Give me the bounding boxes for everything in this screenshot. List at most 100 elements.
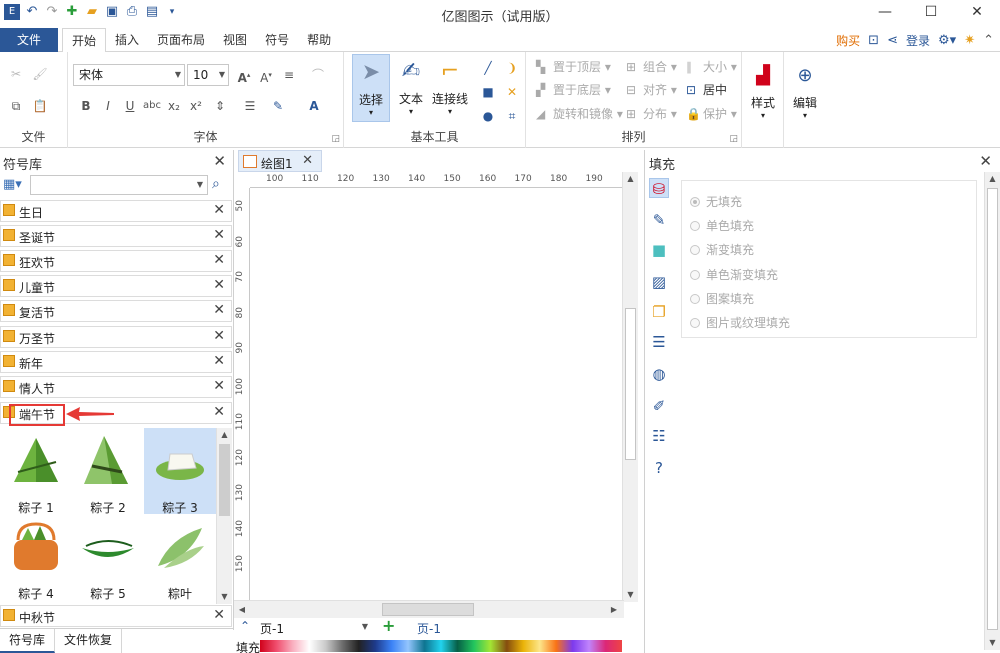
scroll-thumb[interactable] [382, 603, 474, 616]
font-name-select[interactable]: 宋体 ▼ [73, 64, 185, 86]
scroll-down-icon[interactable]: ▼ [217, 590, 232, 604]
select-tool-button[interactable]: ➤ 选择 ▾ [352, 54, 390, 122]
data-sheet-icon[interactable]: ☰ [649, 332, 669, 352]
point-tool-icon[interactable]: ✕ [502, 82, 522, 102]
shape-item[interactable]: 粽子 1 [0, 428, 72, 515]
scroll-down-icon[interactable]: ▼ [623, 588, 638, 602]
login-link[interactable]: 登录 [906, 32, 930, 49]
paragraph-spacing-icon[interactable]: ⇕ [210, 96, 230, 116]
ellipse-shape-icon[interactable]: ● [478, 106, 498, 126]
shape-item[interactable]: 粽子 5 [72, 514, 144, 601]
scroll-left-icon[interactable]: ◀ [236, 603, 248, 617]
italic-icon[interactable]: I [98, 96, 118, 116]
library-grid-icon[interactable]: ▦▾ [3, 177, 22, 192]
tab-help[interactable]: 帮助 [298, 28, 340, 52]
cut-icon[interactable]: ✂ [6, 64, 26, 84]
page-select[interactable]: 页-1 ▼ [260, 620, 370, 636]
line-shape-icon[interactable]: ╱ [478, 58, 498, 78]
center-button[interactable]: ⊡ 居中 [686, 80, 727, 100]
canvas-horizontal-scrollbar[interactable]: ◀ ▶ [234, 600, 624, 618]
color-swatches[interactable] [260, 640, 622, 652]
font-size-select[interactable]: 10 ▼ [187, 64, 229, 86]
strikethrough-icon[interactable]: abc [142, 96, 162, 116]
help-icon[interactable]: ? [649, 458, 669, 478]
category-easter[interactable]: 复活节 ✕ [0, 300, 232, 322]
tab-page-layout[interactable]: 页面布局 [148, 28, 214, 52]
share-icon[interactable]: ⋖ [887, 33, 898, 48]
close-icon[interactable]: ✕ [213, 227, 225, 243]
tab-symbol-library[interactable]: 符号库 [0, 629, 56, 653]
close-icon[interactable]: ✕ [213, 607, 225, 623]
rectangle-shape-icon[interactable]: ■ [478, 82, 498, 102]
text-path-icon[interactable]: ⌒ [308, 65, 328, 85]
category-new-year[interactable]: 新年 ✕ [0, 351, 232, 373]
current-page-tab[interactable]: 页-1 [417, 620, 441, 637]
tab-home[interactable]: 开始 [62, 28, 107, 53]
shape-item[interactable]: 粽子 2 [72, 428, 144, 515]
shape-item[interactable]: 粽叶 [144, 514, 216, 601]
curve-shape-icon[interactable]: ❩ [502, 58, 522, 78]
bullets-icon[interactable]: ☰ [240, 96, 260, 116]
option-single-gradient-fill[interactable]: 单色渐变填充 [690, 266, 778, 283]
category-birthday[interactable]: 生日 ✕ [0, 200, 232, 222]
tab-insert[interactable]: 插入 [106, 28, 148, 52]
canvas-vertical-scrollbar[interactable]: ▲ ▼ [622, 172, 638, 602]
tab-symbols[interactable]: 符号 [256, 28, 298, 52]
fill-bucket-icon[interactable]: ⛁ [649, 178, 669, 198]
superscript-icon[interactable]: x² [186, 96, 206, 116]
style-button[interactable]: ▟ 样式 ▾ [744, 58, 782, 126]
feedback-icon[interactable]: ⊡ [868, 33, 879, 48]
shape-item[interactable]: 粽子 3 [144, 428, 216, 515]
edit-button[interactable]: ⊕ 编辑 ▾ [786, 58, 824, 126]
close-icon[interactable]: ✕ [302, 153, 313, 168]
buy-link[interactable]: 购买 [836, 32, 860, 49]
scroll-down-icon[interactable]: ▼ [985, 636, 1000, 650]
scroll-up-icon[interactable]: ▲ [623, 172, 638, 186]
file-menu-button[interactable]: 文件 [0, 28, 58, 52]
category-halloween[interactable]: 万圣节 ✕ [0, 326, 232, 348]
search-icon[interactable]: ⌕ [212, 176, 220, 192]
size-button[interactable]: ∥ 大小 ▾ [686, 57, 737, 77]
line-pen-icon[interactable]: ✎ [649, 210, 669, 230]
maximize-icon[interactable]: ☐ [908, 0, 954, 26]
option-pattern-fill[interactable]: 图案填充 [690, 290, 754, 307]
subscript-icon[interactable]: x₂ [164, 96, 184, 116]
minimize-icon[interactable]: — [862, 0, 908, 26]
format-painter-icon[interactable]: 🖌 [30, 64, 50, 84]
layers-icon[interactable]: ❐ [649, 302, 669, 322]
symbol-search-input[interactable]: ▼ [30, 175, 208, 195]
close-icon[interactable]: ✕ [213, 353, 225, 369]
document-tab[interactable]: 绘图1 ✕ [238, 150, 322, 172]
shrink-font-icon[interactable]: A▾ [256, 65, 276, 85]
add-page-icon[interactable]: + [382, 616, 395, 635]
scroll-thumb[interactable] [219, 444, 230, 516]
font-dialog-launcher-icon[interactable]: ◲ [331, 134, 340, 144]
scroll-thumb[interactable] [987, 188, 998, 630]
close-icon[interactable]: ✕ [213, 378, 225, 394]
image-icon[interactable]: ▨ [649, 272, 669, 292]
page-nav-up-icon[interactable]: ⌃ [240, 619, 250, 633]
distribute-button[interactable]: ⊞ 分布 ▾ [626, 104, 677, 124]
scroll-up-icon[interactable]: ▲ [985, 172, 1000, 186]
scroll-up-icon[interactable]: ▲ [217, 428, 232, 442]
font-color-icon[interactable]: A [304, 96, 324, 116]
text-tool-button[interactable]: ✍ 文本 ▾ [392, 54, 430, 122]
tab-file-recovery[interactable]: 文件恢复 [55, 629, 123, 653]
comment-icon[interactable]: ☷ [649, 426, 669, 446]
category-christmas[interactable]: 圣诞节 ✕ [0, 225, 232, 247]
rotate-mirror-button[interactable]: ◢ 旋转和镜像 ▾ [536, 104, 623, 124]
copy-icon[interactable]: ⧉ [6, 96, 26, 116]
bring-to-front-button[interactable]: ▚ 置于顶层 ▾ [536, 57, 611, 77]
category-carnival[interactable]: 狂欢节 ✕ [0, 250, 232, 272]
shape-grid-scrollbar[interactable]: ▲ ▼ [216, 428, 232, 604]
close-icon[interactable]: ✕ [213, 152, 226, 170]
close-icon[interactable]: ✕ [213, 277, 225, 293]
drawing-canvas[interactable] [251, 189, 622, 600]
scroll-thumb[interactable] [625, 308, 636, 460]
option-gradient-fill[interactable]: 渐变填充 [690, 241, 754, 258]
category-childrens-day[interactable]: 儿童节 ✕ [0, 275, 232, 297]
grow-font-icon[interactable]: A▴ [234, 65, 254, 85]
option-solid-fill[interactable]: 单色填充 [690, 217, 754, 234]
fill-panel-scrollbar[interactable]: ▲ ▼ [984, 172, 1000, 650]
close-window-icon[interactable]: ✕ [954, 0, 1000, 26]
